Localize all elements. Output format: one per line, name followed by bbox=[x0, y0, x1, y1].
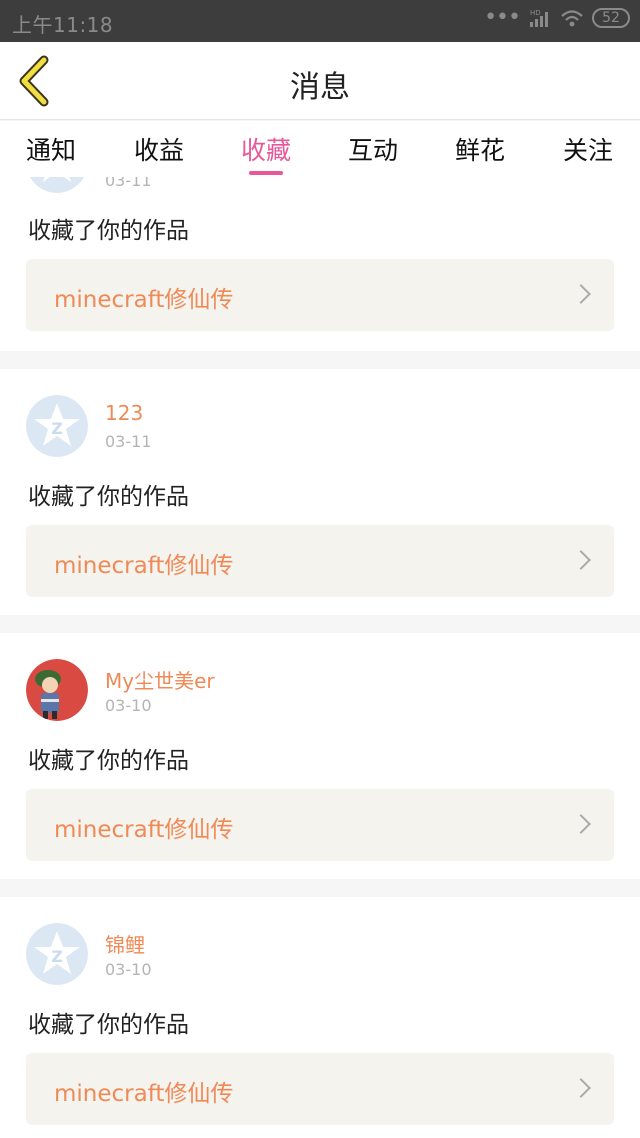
message-card: My尘世美er 03-10 收藏了你的作品 minecraft修仙传 bbox=[0, 633, 640, 879]
tab-indicator bbox=[249, 171, 283, 175]
wifi-icon bbox=[561, 10, 583, 27]
chevron-right-icon bbox=[571, 284, 591, 304]
svg-text:HD: HD bbox=[530, 9, 541, 17]
signal-icon: HD bbox=[530, 9, 548, 27]
status-time: 上午11:18 bbox=[12, 13, 114, 37]
action-text: 收藏了你的作品 bbox=[28, 1012, 189, 1038]
tab-flowers[interactable]: 鲜花 bbox=[455, 131, 505, 167]
message-date: 03-11 bbox=[105, 432, 152, 451]
work-link[interactable]: minecraft修仙传 bbox=[26, 525, 614, 597]
tab-notifications[interactable]: 通知 bbox=[26, 131, 76, 167]
message-list[interactable]: Z 03-11 收藏了你的作品 minecraft修仙传 Z 123 03-11… bbox=[0, 177, 640, 1138]
message-date: 03-10 bbox=[105, 960, 152, 979]
status-icons: ••• HD 52 bbox=[484, 5, 630, 30]
action-text: 收藏了你的作品 bbox=[28, 484, 189, 510]
svg-text:Z: Z bbox=[51, 947, 63, 966]
chevron-right-icon bbox=[571, 1078, 591, 1098]
qq-star-avatar-icon: Z bbox=[26, 923, 88, 985]
user-name[interactable]: My尘世美er bbox=[105, 665, 215, 694]
work-title: minecraft修仙传 bbox=[54, 817, 234, 843]
work-link[interactable]: minecraft修仙传 bbox=[26, 789, 614, 861]
avatar[interactable] bbox=[26, 659, 88, 721]
tab-earnings[interactable]: 收益 bbox=[134, 131, 184, 167]
message-date: 03-10 bbox=[105, 696, 152, 715]
user-name[interactable]: 锦鲤 bbox=[105, 929, 145, 958]
battery-level: 52 bbox=[602, 10, 620, 26]
tab-following[interactable]: 关注 bbox=[563, 131, 613, 167]
status-bar: 上午11:18 ••• HD 52 bbox=[0, 0, 640, 42]
page-title: 消息 bbox=[290, 70, 350, 105]
work-title: minecraft修仙传 bbox=[54, 1081, 234, 1107]
work-link[interactable]: minecraft修仙传 bbox=[26, 1053, 614, 1125]
message-card: Z 123 03-11 收藏了你的作品 minecraft修仙传 bbox=[0, 369, 640, 615]
tab-favorites[interactable]: 收藏 bbox=[241, 131, 291, 167]
avatar[interactable]: Z bbox=[26, 395, 88, 457]
header: 消息 bbox=[0, 42, 640, 120]
qq-star-avatar-icon: Z bbox=[29, 177, 85, 193]
avatar[interactable]: Z bbox=[26, 177, 88, 193]
chevron-right-icon bbox=[571, 814, 591, 834]
qq-star-avatar-icon: Z bbox=[26, 395, 88, 457]
tab-interactions[interactable]: 互动 bbox=[348, 131, 398, 167]
message-card: Z 03-11 收藏了你的作品 minecraft修仙传 bbox=[0, 177, 640, 351]
action-text: 收藏了你的作品 bbox=[28, 748, 189, 774]
chevron-right-icon bbox=[571, 550, 591, 570]
tab-bar: 通知 收益 收藏 互动 鲜花 关注 bbox=[0, 121, 640, 177]
work-link[interactable]: minecraft修仙传 bbox=[26, 259, 614, 331]
message-date: 03-11 bbox=[105, 177, 152, 190]
work-title: minecraft修仙传 bbox=[54, 553, 234, 579]
user-name[interactable]: 123 bbox=[105, 401, 143, 425]
battery-icon: 52 bbox=[592, 8, 630, 28]
action-text: 收藏了你的作品 bbox=[28, 218, 189, 244]
more-dots-icon: ••• bbox=[484, 5, 521, 30]
svg-text:Z: Z bbox=[51, 419, 63, 438]
message-card: Z 锦鲤 03-10 收藏了你的作品 minecraft修仙传 bbox=[0, 897, 640, 1138]
work-title: minecraft修仙传 bbox=[54, 287, 234, 313]
photo-avatar-icon bbox=[26, 659, 88, 721]
avatar[interactable]: Z bbox=[26, 923, 88, 985]
